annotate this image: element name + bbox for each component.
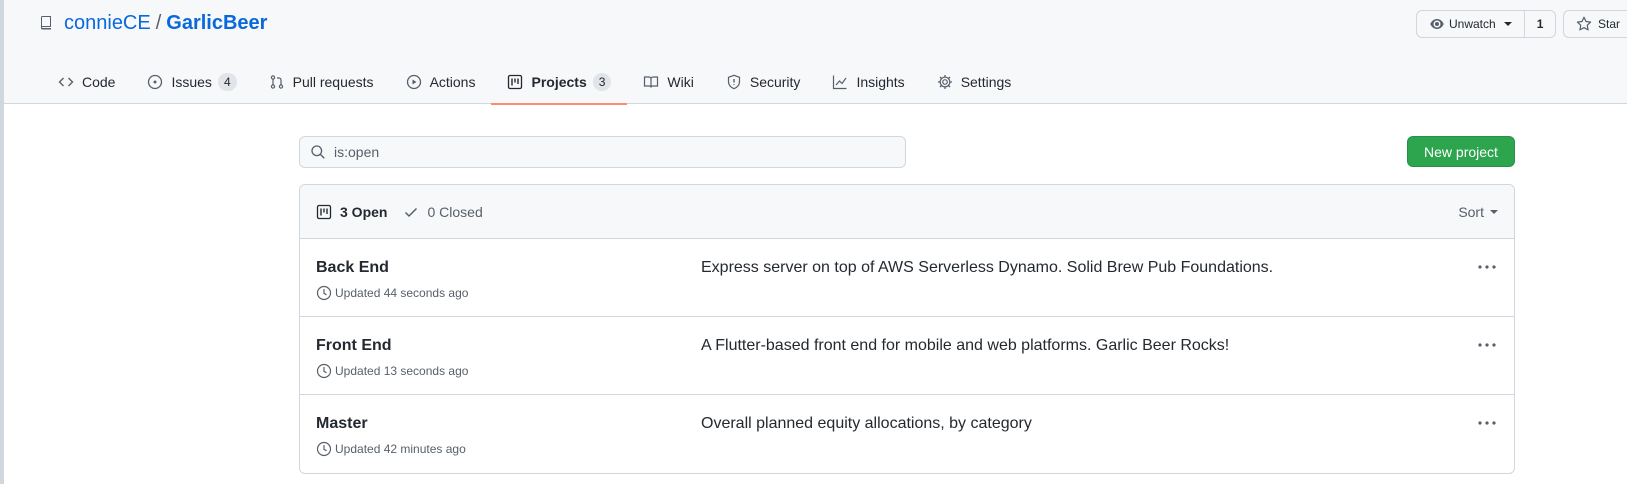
project-updated-text: Updated 42 minutes ago [335, 442, 466, 456]
star-button-group: Star [1563, 10, 1627, 38]
kebab-horizontal-icon [1478, 256, 1496, 274]
projects-list-header: 3 Open 0 Closed Sort [300, 185, 1514, 239]
project-menu-button[interactable] [1476, 335, 1498, 351]
open-filter-label: 3 Open [340, 203, 388, 220]
tab-label: Security [749, 74, 801, 90]
tab-code[interactable]: Code [42, 60, 131, 104]
clock-icon [316, 285, 332, 301]
repo-title: connieCE / GarlicBeer [38, 10, 267, 36]
graph-icon [832, 74, 848, 90]
project-name-link[interactable]: Master [316, 415, 368, 433]
project-row: Master Updated 42 minutes ago Overall pl… [300, 395, 1514, 473]
tab-label: Pull requests [292, 74, 374, 90]
chevron-down-icon [1503, 22, 1512, 26]
kebab-horizontal-icon [1478, 412, 1496, 430]
project-updated: Updated 44 seconds ago [316, 285, 468, 301]
tab-issues[interactable]: Issues 4 [131, 60, 252, 104]
project-icon [316, 204, 332, 220]
gear-icon [937, 74, 953, 90]
kebab-horizontal-icon [1478, 334, 1496, 352]
project-description: Express server on top of AWS Serverless … [701, 259, 1274, 276]
project-updated: Updated 13 seconds ago [316, 363, 468, 379]
tab-label: Wiki [667, 74, 694, 90]
play-icon [406, 74, 422, 90]
repo-header: connieCE / GarlicBeer Unwatch 1 Star Cod… [4, 0, 1627, 105]
project-updated-text: Updated 44 seconds ago [335, 286, 469, 300]
star-label: Star [1598, 17, 1621, 31]
project-icon [507, 74, 523, 90]
project-description: A Flutter-based front end for mobile and… [701, 337, 1230, 354]
project-updated: Updated 42 minutes ago [316, 441, 466, 457]
tab-label: Issues [171, 74, 212, 90]
search-input[interactable] [334, 144, 874, 160]
project-name-link[interactable]: Back End [316, 259, 389, 277]
repo-icon [38, 15, 54, 31]
tab-label: Actions [429, 74, 476, 90]
book-icon [643, 74, 659, 90]
project-search [299, 136, 906, 168]
shield-icon [726, 74, 742, 90]
issue-icon [147, 74, 163, 90]
closed-filter[interactable]: 0 Closed [403, 203, 483, 220]
projects-count-badge: 3 [592, 73, 612, 91]
tab-security[interactable]: Security [710, 60, 817, 104]
star-icon [1576, 16, 1592, 32]
projects-list: 3 Open 0 Closed Sort Back End Updated 44… [299, 184, 1515, 474]
project-name-link[interactable]: Front End [316, 337, 392, 355]
watch-button-group: Unwatch 1 [1416, 10, 1557, 38]
search-icon [310, 144, 326, 160]
sort-dropdown[interactable]: Sort [1458, 204, 1498, 220]
sort-label: Sort [1458, 203, 1484, 220]
tab-label: Projects [531, 74, 587, 90]
clock-icon [316, 363, 332, 379]
open-filter[interactable]: 3 Open [316, 204, 387, 220]
tab-label: Insights [856, 74, 905, 90]
tab-label: Settings [960, 74, 1012, 90]
closed-filter-label: 0 Closed [427, 203, 483, 220]
tab-settings[interactable]: Settings [921, 60, 1028, 104]
repo-owner-link[interactable]: connieCE [64, 12, 151, 35]
tab-insights[interactable]: Insights [816, 60, 920, 104]
new-project-button[interactable]: New project [1407, 136, 1515, 167]
chevron-down-icon [1490, 209, 1498, 214]
pull-request-icon [269, 74, 285, 90]
repo-separator: / [155, 11, 162, 34]
project-row: Back End Updated 44 seconds ago Express … [300, 239, 1514, 317]
project-menu-button[interactable] [1476, 257, 1498, 273]
unwatch-label: Unwatch [1449, 17, 1496, 31]
repo-name-link[interactable]: GarlicBeer [166, 12, 267, 35]
watchers-count[interactable]: 1 [1523, 11, 1556, 37]
issues-count-badge: 4 [217, 73, 237, 91]
code-icon [58, 74, 74, 90]
project-description: Overall planned equity allocations, by c… [701, 415, 1032, 432]
unwatch-button[interactable]: Unwatch [1417, 11, 1524, 37]
tab-label: Code [82, 74, 116, 90]
project-menu-button[interactable] [1476, 413, 1498, 429]
tab-actions[interactable]: Actions [390, 60, 492, 104]
check-icon [403, 204, 419, 220]
star-button[interactable]: Star [1564, 11, 1627, 37]
tab-wiki[interactable]: Wiki [627, 60, 709, 104]
tab-projects[interactable]: Projects 3 [491, 60, 628, 105]
project-updated-text: Updated 13 seconds ago [335, 364, 469, 378]
tab-pull-requests[interactable]: Pull requests [253, 60, 390, 104]
eye-icon [1429, 16, 1445, 32]
repo-nav: Code Issues 4 Pull requests Actions Proj… [42, 60, 1028, 105]
project-row: Front End Updated 13 seconds ago A Flutt… [300, 317, 1514, 395]
clock-icon [316, 441, 332, 457]
